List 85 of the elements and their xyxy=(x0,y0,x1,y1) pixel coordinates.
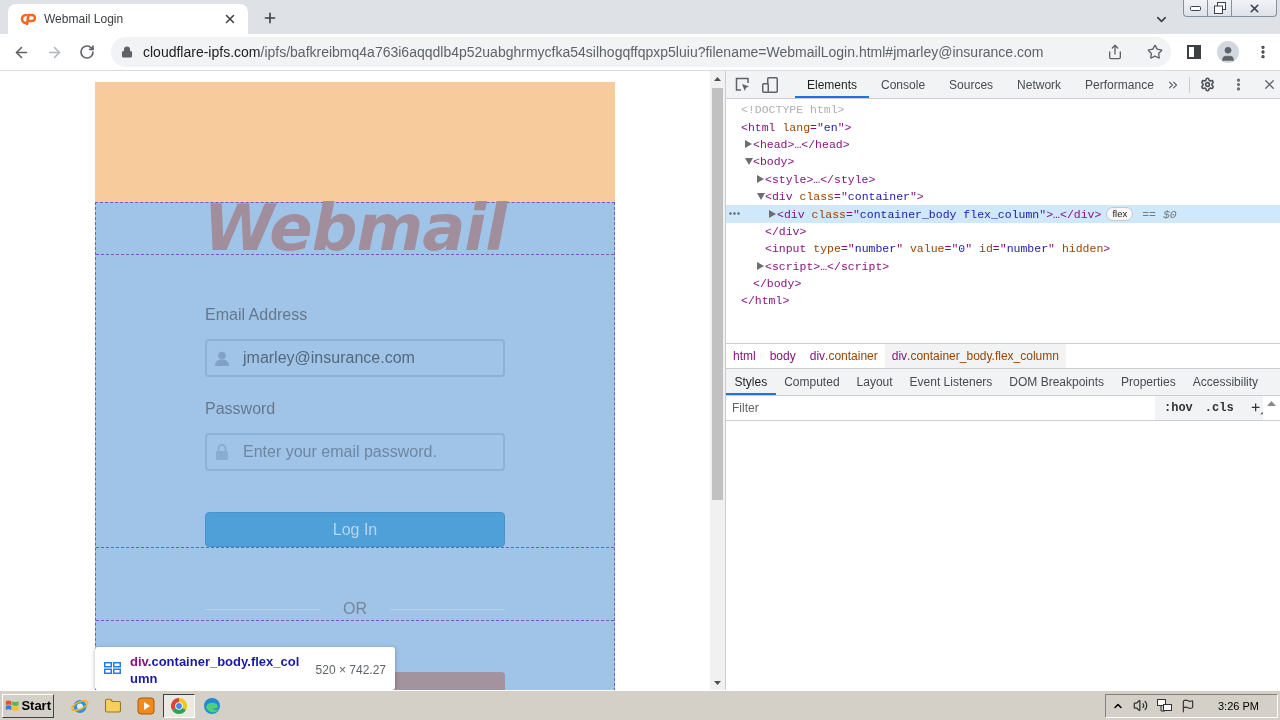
pane-tab[interactable]: Event Listeners xyxy=(901,369,1001,395)
devtools-tab[interactable]: Sources xyxy=(937,71,1006,98)
email-label: Email Address xyxy=(205,306,308,324)
lock-icon[interactable] xyxy=(121,46,133,58)
dom-node-row[interactable]: <head>…</head> xyxy=(741,135,850,154)
flex-badge[interactable]: flex xyxy=(1106,207,1134,222)
network-icon[interactable] xyxy=(1157,698,1172,713)
address-bar[interactable]: cloudflare-ipfs.com/ipfs/bafkreibmq4a763i6aqqdlb4p52uabghrmycfka54silhogqffqpxp5luiu?filename=WebmailLogin.html#jmarley@insurance.com xyxy=(111,37,1171,67)
devtools-tab[interactable]: Console xyxy=(869,71,938,98)
flag-logo-icon xyxy=(5,697,20,714)
password-label: Password xyxy=(205,400,276,418)
scroll-up-arrow-icon[interactable] xyxy=(1267,401,1276,406)
side-panel-icon[interactable] xyxy=(1187,45,1201,59)
inspect-cursor-icon[interactable] xyxy=(735,77,750,92)
scroll-up-arrow-icon[interactable] xyxy=(714,76,721,81)
filter-toggle-button[interactable]: :hov xyxy=(1161,401,1196,415)
devtools-tab[interactable]: Network xyxy=(1005,71,1074,98)
pane-tab[interactable]: DOM Breakpoints xyxy=(1000,369,1113,395)
minimize-button[interactable] xyxy=(1183,0,1208,17)
url-text: cloudflare-ipfs.com/ipfs/bafkreibmq4a763i6aqqdlb4p52uabghrmycfka54silhogqffqpxp5luiu?filename=WebmailLogin.html#jmarley@insurance.com xyxy=(143,44,1045,60)
restore-button[interactable] xyxy=(1207,0,1232,17)
dom-node-row[interactable]: <div class="container"> xyxy=(753,187,924,206)
dom-closing-tag[interactable]: </body> xyxy=(753,274,802,293)
folder-icon[interactable] xyxy=(104,696,122,715)
devtools-tab[interactable]: Performance xyxy=(1073,71,1166,98)
padlock-icon xyxy=(215,444,229,460)
filter-toggle-button[interactable]: .cls xyxy=(1201,401,1237,415)
dom-node-row[interactable]: <input type="number" value="0" id="number" hidden> xyxy=(765,240,1111,258)
user-icon xyxy=(215,350,229,366)
caret-right-icon[interactable] xyxy=(757,175,764,184)
scroll-down-arrow-icon[interactable] xyxy=(714,680,721,685)
caret-right-icon[interactable] xyxy=(769,210,776,219)
taskbar-app[interactable] xyxy=(163,693,195,718)
breadcrumb-item[interactable]: div.container xyxy=(802,344,885,368)
restore-icon xyxy=(1213,2,1226,14)
flag-icon[interactable] xyxy=(1181,698,1195,713)
pane-tab[interactable]: Accessibility xyxy=(1184,369,1267,395)
reload-icon[interactable] xyxy=(79,44,95,60)
caret-down-icon[interactable] xyxy=(757,193,765,201)
or-separator-text: OR xyxy=(342,600,368,618)
breadcrumb-item[interactable]: body xyxy=(762,344,803,368)
breadcrumb-item[interactable]: div.container_body.flex_column xyxy=(884,344,1066,368)
logo-icon xyxy=(19,13,36,25)
clock-text: 3:26 PM xyxy=(1218,699,1259,712)
flex-layout-icon xyxy=(104,662,121,674)
devtools-tab[interactable]: Elements xyxy=(795,71,870,98)
play-tile-icon[interactable] xyxy=(137,696,155,715)
more-dots-icon[interactable] xyxy=(729,212,740,216)
pane-tab[interactable]: Computed xyxy=(775,369,849,395)
dom-node-row[interactable]: <html lang="en"> xyxy=(741,118,852,136)
tab-title: Webmail Login xyxy=(44,12,124,26)
share-icon[interactable] xyxy=(1107,44,1123,60)
start-button[interactable]: Start xyxy=(2,693,54,718)
browser-tab[interactable]: Webmail Login xyxy=(8,4,248,34)
dom-closing-tag[interactable]: </html> xyxy=(741,292,790,310)
element-selector-text: div.container_body.flex_column xyxy=(130,653,301,687)
new-tab-icon[interactable] xyxy=(262,10,278,26)
pane-tab[interactable]: Properties xyxy=(1112,369,1185,395)
dom-closing-tag[interactable]: </div> xyxy=(765,222,807,241)
dom-node-row[interactable]: <style>…</style> xyxy=(753,170,876,188)
dom-node-row[interactable]: <div class="container_body flex_column">…</div> flex == $0 xyxy=(726,205,1280,223)
device-toggle-icon[interactable] xyxy=(762,76,778,93)
element-size-text: 520 × 742.27 xyxy=(315,663,386,677)
profile-avatar-icon[interactable] xyxy=(1217,41,1239,63)
webmail-logo: Webmail xyxy=(203,202,507,254)
caret-right-icon[interactable] xyxy=(757,262,764,271)
round-browser-icon[interactable] xyxy=(170,696,188,715)
filter-field[interactable]: Filter xyxy=(732,401,759,415)
caret-right-icon[interactable] xyxy=(745,140,752,149)
close-icon xyxy=(1247,1,1261,15)
scrollbar-thumb[interactable] xyxy=(712,88,723,500)
pane-tab[interactable]: Styles xyxy=(726,369,776,395)
node-reference-text: == $0 xyxy=(1142,207,1177,221)
close-tab-icon[interactable] xyxy=(223,12,237,26)
pane-tab[interactable]: Layout xyxy=(848,369,902,395)
dom-node-row[interactable]: <body> xyxy=(741,153,795,171)
close-window-button[interactable] xyxy=(1231,0,1277,17)
caret-down-icon[interactable] xyxy=(745,158,753,166)
bookmark-star-icon[interactable] xyxy=(1147,44,1163,60)
breadcrumb-item[interactable]: html xyxy=(726,344,763,368)
dom-node-row[interactable]: <script>…</script> xyxy=(753,257,890,275)
settings-icon[interactable] xyxy=(1199,77,1215,92)
speaker-icon[interactable] xyxy=(1133,698,1148,713)
plus-icon[interactable] xyxy=(1250,400,1263,416)
minimize-icon xyxy=(1190,5,1201,11)
